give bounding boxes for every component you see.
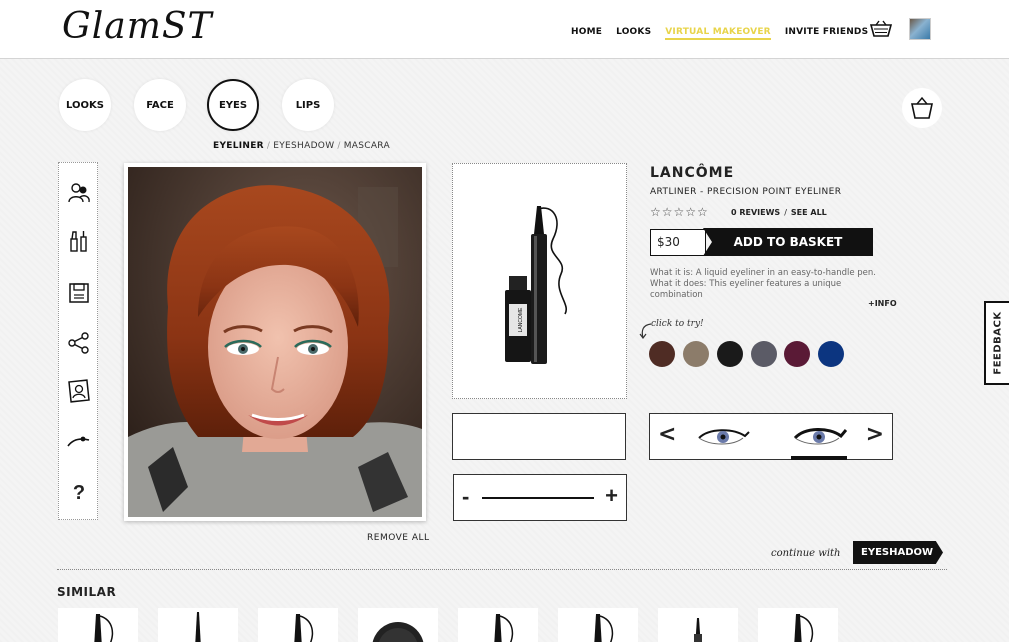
similar-product-image — [694, 618, 702, 642]
reviews-links: 0 REVIEWS / SEE ALL — [731, 208, 827, 217]
decrease-button[interactable]: - — [462, 484, 469, 510]
color-swatch[interactable] — [818, 341, 844, 367]
tools-sidebar: ? — [58, 162, 98, 520]
similar-product[interactable] — [658, 608, 738, 642]
sub-tabs: EYELINER / EYESHADOW / MASCARA — [213, 141, 390, 151]
svg-text:LANCOME: LANCOME — [518, 307, 524, 332]
color-swatch[interactable] — [649, 341, 675, 367]
main-nav: HOME LOOKS VIRTUAL MAKEOVER INVITE FRIEN… — [571, 27, 868, 40]
reviews-separator: / — [784, 208, 787, 217]
subtab-eyeliner[interactable]: EYELINER — [213, 141, 264, 151]
product-name: ARTLINER - PRECISION POINT EYELINER — [650, 187, 842, 197]
similar-product-image — [494, 614, 514, 642]
price-tag: $30 — [650, 229, 706, 256]
slider-track[interactable] — [482, 497, 594, 499]
save-icon[interactable] — [67, 281, 91, 305]
basket-button[interactable] — [902, 88, 942, 128]
divider — [57, 569, 947, 570]
continue-eyeshadow-button[interactable]: EYESHADOW — [853, 541, 943, 564]
eyeliner-style-selector: < > — [649, 413, 893, 460]
eyeliner-style-option-selected[interactable] — [791, 424, 847, 450]
similar-product-image — [794, 614, 814, 642]
avatar[interactable] — [909, 18, 931, 40]
product-brand: LANCÔME — [650, 165, 735, 181]
eyeliner-product-image: LANCOME — [505, 206, 568, 364]
click-to-try-hint: click to try! — [651, 319, 704, 329]
similar-product-image — [294, 614, 314, 642]
description-line: What it is: A liquid eyeliner in an easy… — [650, 268, 877, 278]
category-face[interactable]: FACE — [134, 79, 186, 131]
feedback-label: FEEDBACK — [992, 311, 1003, 375]
similar-product-image — [372, 622, 424, 642]
similar-product[interactable] — [358, 608, 438, 642]
eyeliner-icon[interactable] — [67, 429, 91, 453]
nav-looks[interactable]: LOOKS — [616, 27, 651, 40]
intensity-slider[interactable]: - + — [453, 474, 627, 521]
makeover-photo[interactable] — [124, 163, 426, 521]
similar-product[interactable] — [558, 608, 638, 642]
continue-with-label: continue with — [771, 548, 841, 559]
makeup-icon[interactable] — [67, 229, 91, 253]
basket-outline-icon — [911, 96, 933, 119]
rating-stars[interactable]: ☆☆☆☆☆ — [650, 205, 709, 219]
similar-product[interactable] — [58, 608, 138, 642]
color-swatch[interactable] — [683, 341, 709, 367]
nav-home[interactable]: HOME — [571, 27, 602, 40]
color-swatch[interactable] — [717, 341, 743, 367]
similar-product[interactable] — [758, 608, 838, 642]
remove-all-link[interactable]: REMOVE ALL — [367, 533, 430, 543]
logo[interactable]: GlamST — [62, 6, 213, 47]
product-description: What it is: A liquid eyeliner in an easy… — [650, 268, 895, 301]
add-to-basket-button[interactable]: ADD TO BASKET — [703, 228, 873, 256]
nav-virtual-makeover[interactable]: VIRTUAL MAKEOVER — [665, 27, 771, 40]
color-swatch[interactable] — [784, 341, 810, 367]
feedback-tab[interactable]: FEEDBACK — [984, 301, 1009, 385]
portrait-icon[interactable] — [67, 379, 91, 403]
similar-product[interactable] — [258, 608, 338, 642]
similar-product[interactable] — [158, 608, 238, 642]
eyeliner-style-option[interactable] — [695, 424, 751, 450]
product-image-box: LANCOME — [452, 163, 627, 399]
similar-product[interactable] — [458, 608, 538, 642]
selected-indicator — [791, 456, 847, 460]
prev-style-button[interactable]: < — [658, 422, 676, 447]
share-icon[interactable] — [67, 331, 91, 355]
more-info-link[interactable]: +INFO — [868, 299, 897, 308]
increase-button[interactable]: + — [605, 483, 618, 509]
similar-heading: SIMILAR — [57, 585, 117, 599]
subtab-mascara[interactable]: MASCARA — [344, 141, 390, 151]
reviews-count[interactable]: 0 REVIEWS — [731, 208, 780, 217]
description-line: What it does: This eyeliner features a u… — [650, 279, 842, 300]
similar-product-image — [594, 614, 614, 642]
nav-invite-friends[interactable]: INVITE FRIENDS — [785, 27, 868, 40]
category-lips[interactable]: LIPS — [282, 79, 334, 131]
basket-icon[interactable] — [870, 20, 892, 38]
users-icon[interactable] — [67, 181, 91, 205]
color-swatch[interactable] — [751, 341, 777, 367]
category-eyes[interactable]: EYES — [207, 79, 259, 131]
portrait-image — [128, 167, 422, 517]
header: GlamST HOME LOOKS VIRTUAL MAKEOVER INVIT… — [0, 0, 1009, 59]
help-icon[interactable]: ? — [67, 481, 91, 505]
next-style-button[interactable]: > — [866, 422, 884, 447]
similar-product-image — [94, 614, 114, 642]
shade-name-box — [452, 413, 626, 460]
subtab-eyeshadow[interactable]: EYESHADOW — [273, 141, 334, 151]
see-all-link[interactable]: SEE ALL — [791, 208, 827, 217]
similar-product-image — [195, 612, 201, 642]
category-looks[interactable]: LOOKS — [59, 79, 111, 131]
